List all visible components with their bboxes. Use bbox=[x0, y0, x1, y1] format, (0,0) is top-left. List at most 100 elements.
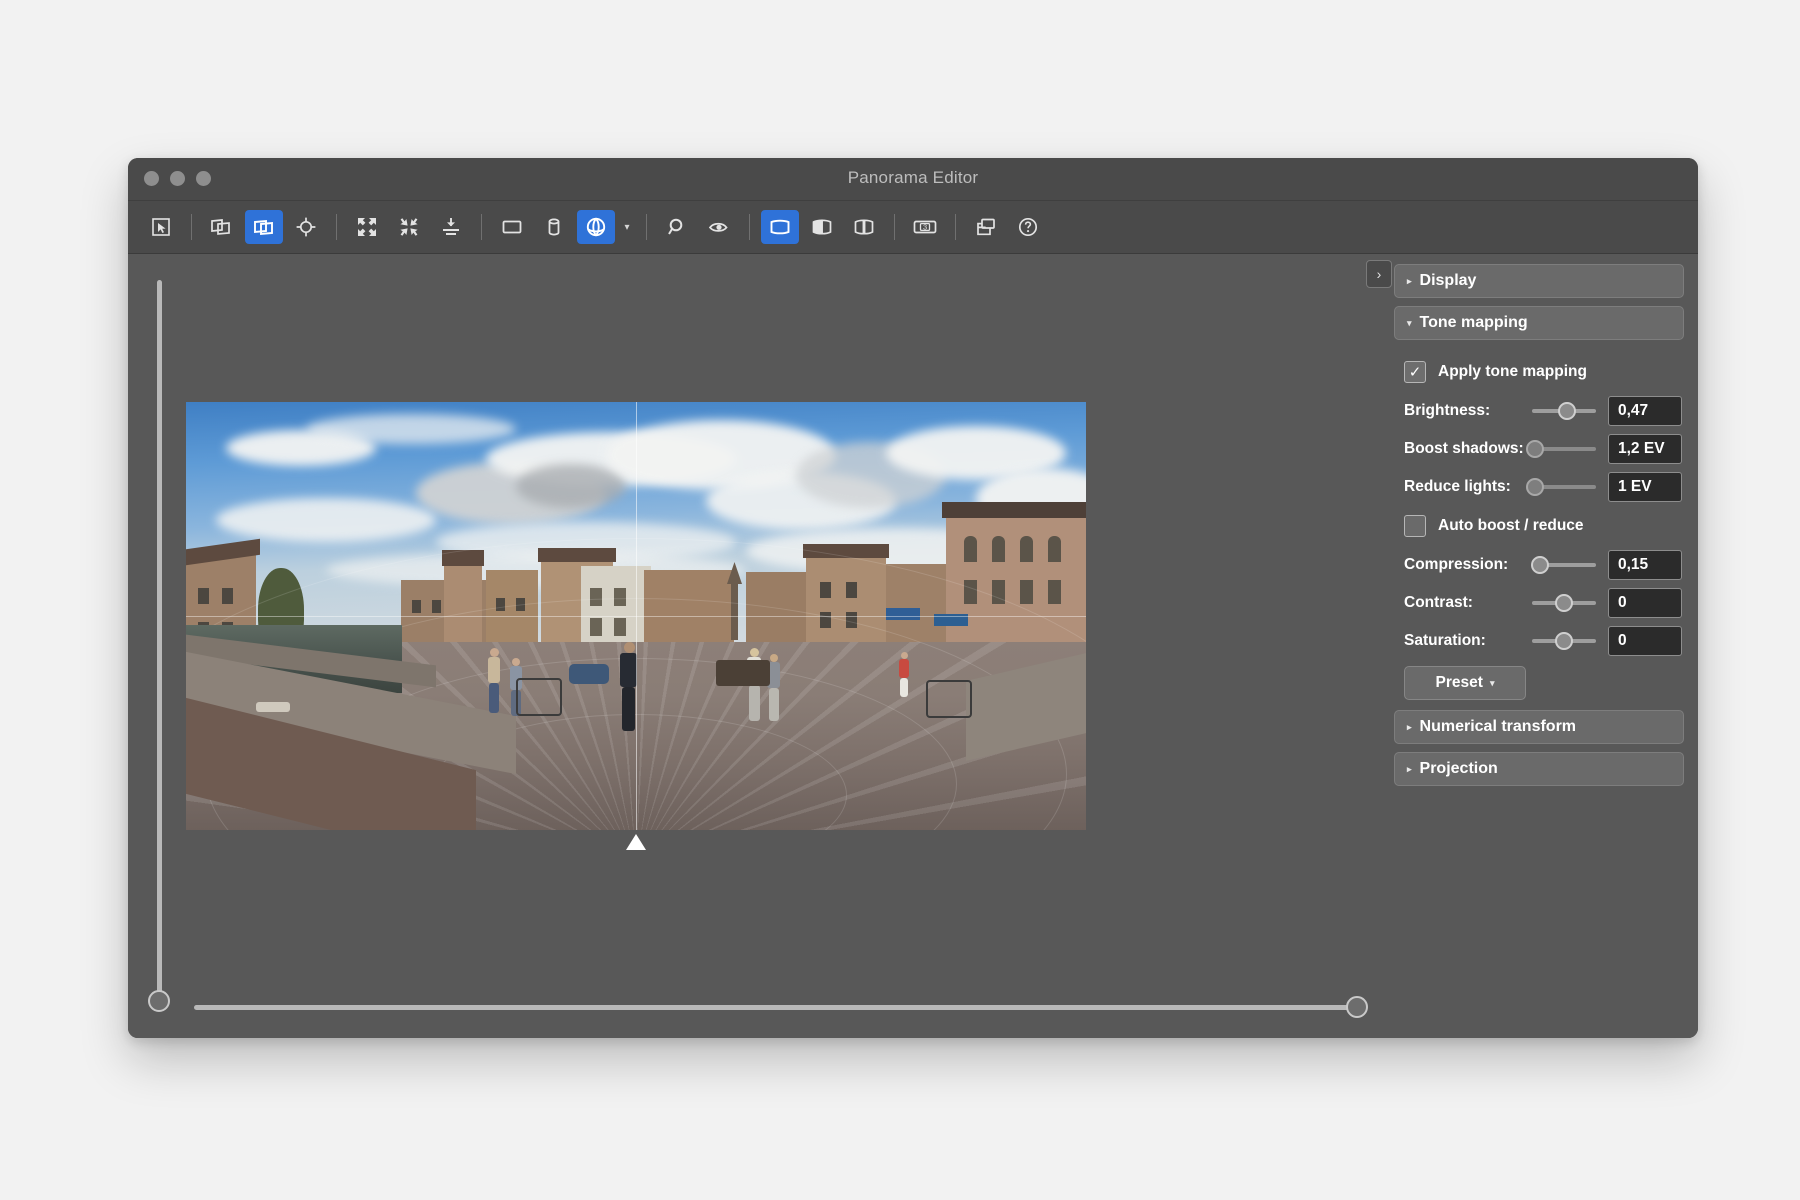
bicycle bbox=[516, 678, 562, 716]
roof bbox=[942, 502, 1086, 518]
toolbar-group-projection: ▾ bbox=[493, 210, 635, 244]
preset-label: Preset bbox=[1435, 674, 1483, 691]
boat bbox=[256, 702, 290, 712]
vertical-pan-slider[interactable] bbox=[148, 276, 170, 1012]
title-bar: Panorama Editor bbox=[128, 158, 1698, 201]
toolbar-group-fit bbox=[348, 210, 470, 244]
expand-fit-icon[interactable] bbox=[348, 210, 386, 244]
spherical-projection-icon[interactable] bbox=[577, 210, 615, 244]
horizontal-slider-thumb[interactable] bbox=[1346, 996, 1368, 1018]
toolbar-separator bbox=[955, 214, 956, 240]
set-center-icon[interactable] bbox=[287, 210, 325, 244]
boost-shadows-value[interactable]: 1,2 EV bbox=[1608, 434, 1682, 464]
window-title: Panorama Editor bbox=[847, 168, 979, 187]
panorama-image[interactable] bbox=[186, 402, 1086, 830]
auto-boost-reduce-label: Auto boost / reduce bbox=[1438, 517, 1584, 534]
horizontal-pan-slider[interactable] bbox=[190, 996, 1368, 1018]
planar-projection-icon[interactable] bbox=[493, 210, 531, 244]
reduce-lights-slider[interactable] bbox=[1526, 478, 1596, 496]
auto-boost-reduce-checkbox[interactable]: ✓ bbox=[1404, 515, 1426, 537]
window-pane bbox=[222, 588, 233, 604]
car bbox=[569, 664, 609, 684]
magnifier-icon[interactable] bbox=[658, 210, 696, 244]
apply-tone-mapping-checkbox[interactable]: ✓ bbox=[1404, 361, 1426, 383]
slider-thumb[interactable] bbox=[1531, 556, 1550, 574]
contrast-slider[interactable] bbox=[1532, 594, 1596, 612]
slider-thumb[interactable] bbox=[1526, 478, 1545, 496]
apply-tone-mapping-row[interactable]: ✓ Apply tone mapping bbox=[1404, 352, 1682, 392]
brightness-label: Brightness: bbox=[1404, 402, 1491, 419]
center-point-marker[interactable] bbox=[626, 834, 646, 850]
canvas-area[interactable] bbox=[128, 254, 1386, 1038]
person bbox=[898, 652, 910, 698]
slider-thumb[interactable] bbox=[1526, 440, 1545, 458]
toolbar: ▾ 3 bbox=[128, 201, 1698, 254]
cloud bbox=[216, 498, 436, 542]
chevron-down-icon[interactable]: ▾ bbox=[619, 212, 635, 242]
chevron-down-icon: ▾ bbox=[1407, 317, 1412, 328]
contrast-value[interactable]: 0 bbox=[1608, 588, 1682, 618]
slider-thumb[interactable] bbox=[1558, 402, 1577, 420]
chevron-right-icon: ▸ bbox=[1407, 275, 1412, 286]
vertical-slider-thumb[interactable] bbox=[148, 990, 170, 1012]
compression-slider[interactable] bbox=[1531, 556, 1596, 574]
horizontal-slider-track[interactable] bbox=[194, 1005, 1350, 1010]
boost-shadows-label: Boost shadows: bbox=[1404, 440, 1524, 457]
brightness-value[interactable]: 0,47 bbox=[1608, 396, 1682, 426]
preset-button[interactable]: Preset ▾ bbox=[1404, 666, 1526, 700]
properties-panel: › ▸ Display ▾ Tone mapping ✓ Apply tone … bbox=[1366, 254, 1698, 1038]
toolbar-separator bbox=[191, 214, 192, 240]
toolbar-group-image-count: 3 bbox=[906, 210, 944, 244]
vertical-fit-icon[interactable] bbox=[432, 210, 470, 244]
contrast-label: Contrast: bbox=[1404, 594, 1473, 611]
panorama-preview[interactable] bbox=[186, 402, 1086, 850]
center-guide-line bbox=[636, 402, 637, 830]
move-panorama-icon[interactable] bbox=[245, 210, 283, 244]
contrast-row: Contrast: 0 bbox=[1404, 584, 1682, 622]
layers-icon[interactable] bbox=[967, 210, 1005, 244]
window-pane bbox=[992, 536, 1005, 562]
eye-preview-icon[interactable] bbox=[700, 210, 738, 244]
saturation-value[interactable]: 0 bbox=[1608, 626, 1682, 656]
section-header-numerical-transform[interactable]: ▸ Numerical transform bbox=[1394, 710, 1684, 744]
move-images-icon[interactable] bbox=[203, 210, 241, 244]
reduce-lights-value[interactable]: 1 EV bbox=[1608, 472, 1682, 502]
saturation-slider[interactable] bbox=[1532, 632, 1596, 650]
image-count-3-icon[interactable]: 3 bbox=[906, 210, 944, 244]
window-pane bbox=[198, 588, 209, 604]
toolbar-group-panorama-view-mode bbox=[761, 210, 883, 244]
window-pane bbox=[1048, 580, 1061, 604]
section-title-projection: Projection bbox=[1419, 760, 1498, 777]
window-body: › ▸ Display ▾ Tone mapping ✓ Apply tone … bbox=[128, 254, 1698, 1038]
window-pane bbox=[1048, 536, 1061, 562]
brightness-slider[interactable] bbox=[1532, 402, 1596, 420]
contract-fit-icon[interactable] bbox=[390, 210, 428, 244]
compression-label: Compression: bbox=[1404, 556, 1509, 573]
help-circle-icon[interactable] bbox=[1009, 210, 1047, 244]
reduce-lights-row: Reduce lights: 1 EV bbox=[1404, 468, 1682, 506]
cylindrical-projection-icon[interactable] bbox=[535, 210, 573, 244]
saturation-row: Saturation: 0 bbox=[1404, 622, 1682, 660]
compression-value[interactable]: 0,15 bbox=[1608, 550, 1682, 580]
apply-tone-mapping-label: Apply tone mapping bbox=[1438, 363, 1587, 380]
slider-thumb[interactable] bbox=[1555, 632, 1573, 650]
toolbar-separator bbox=[646, 214, 647, 240]
section-header-tone-mapping[interactable]: ▾ Tone mapping bbox=[1394, 306, 1684, 340]
panorama-full-icon[interactable] bbox=[761, 210, 799, 244]
panorama-half-icon[interactable] bbox=[803, 210, 841, 244]
arrow-select-icon[interactable] bbox=[142, 210, 180, 244]
boost-shadows-slider[interactable] bbox=[1526, 440, 1596, 458]
chevron-down-icon: ▾ bbox=[1489, 677, 1495, 688]
window-pane bbox=[964, 536, 977, 562]
window-pane bbox=[1020, 580, 1033, 604]
toolbar-group-selection bbox=[142, 210, 180, 244]
section-title-display: Display bbox=[1419, 272, 1477, 289]
section-header-projection[interactable]: ▸ Projection bbox=[1394, 752, 1684, 786]
toolbar-separator bbox=[749, 214, 750, 240]
vertical-slider-track[interactable] bbox=[157, 280, 162, 994]
panel-collapse-button[interactable]: › bbox=[1366, 260, 1392, 288]
panorama-split-icon[interactable] bbox=[845, 210, 883, 244]
section-header-display[interactable]: ▸ Display bbox=[1394, 264, 1684, 298]
slider-thumb[interactable] bbox=[1555, 594, 1573, 612]
auto-boost-reduce-row[interactable]: ✓ Auto boost / reduce bbox=[1404, 506, 1682, 546]
